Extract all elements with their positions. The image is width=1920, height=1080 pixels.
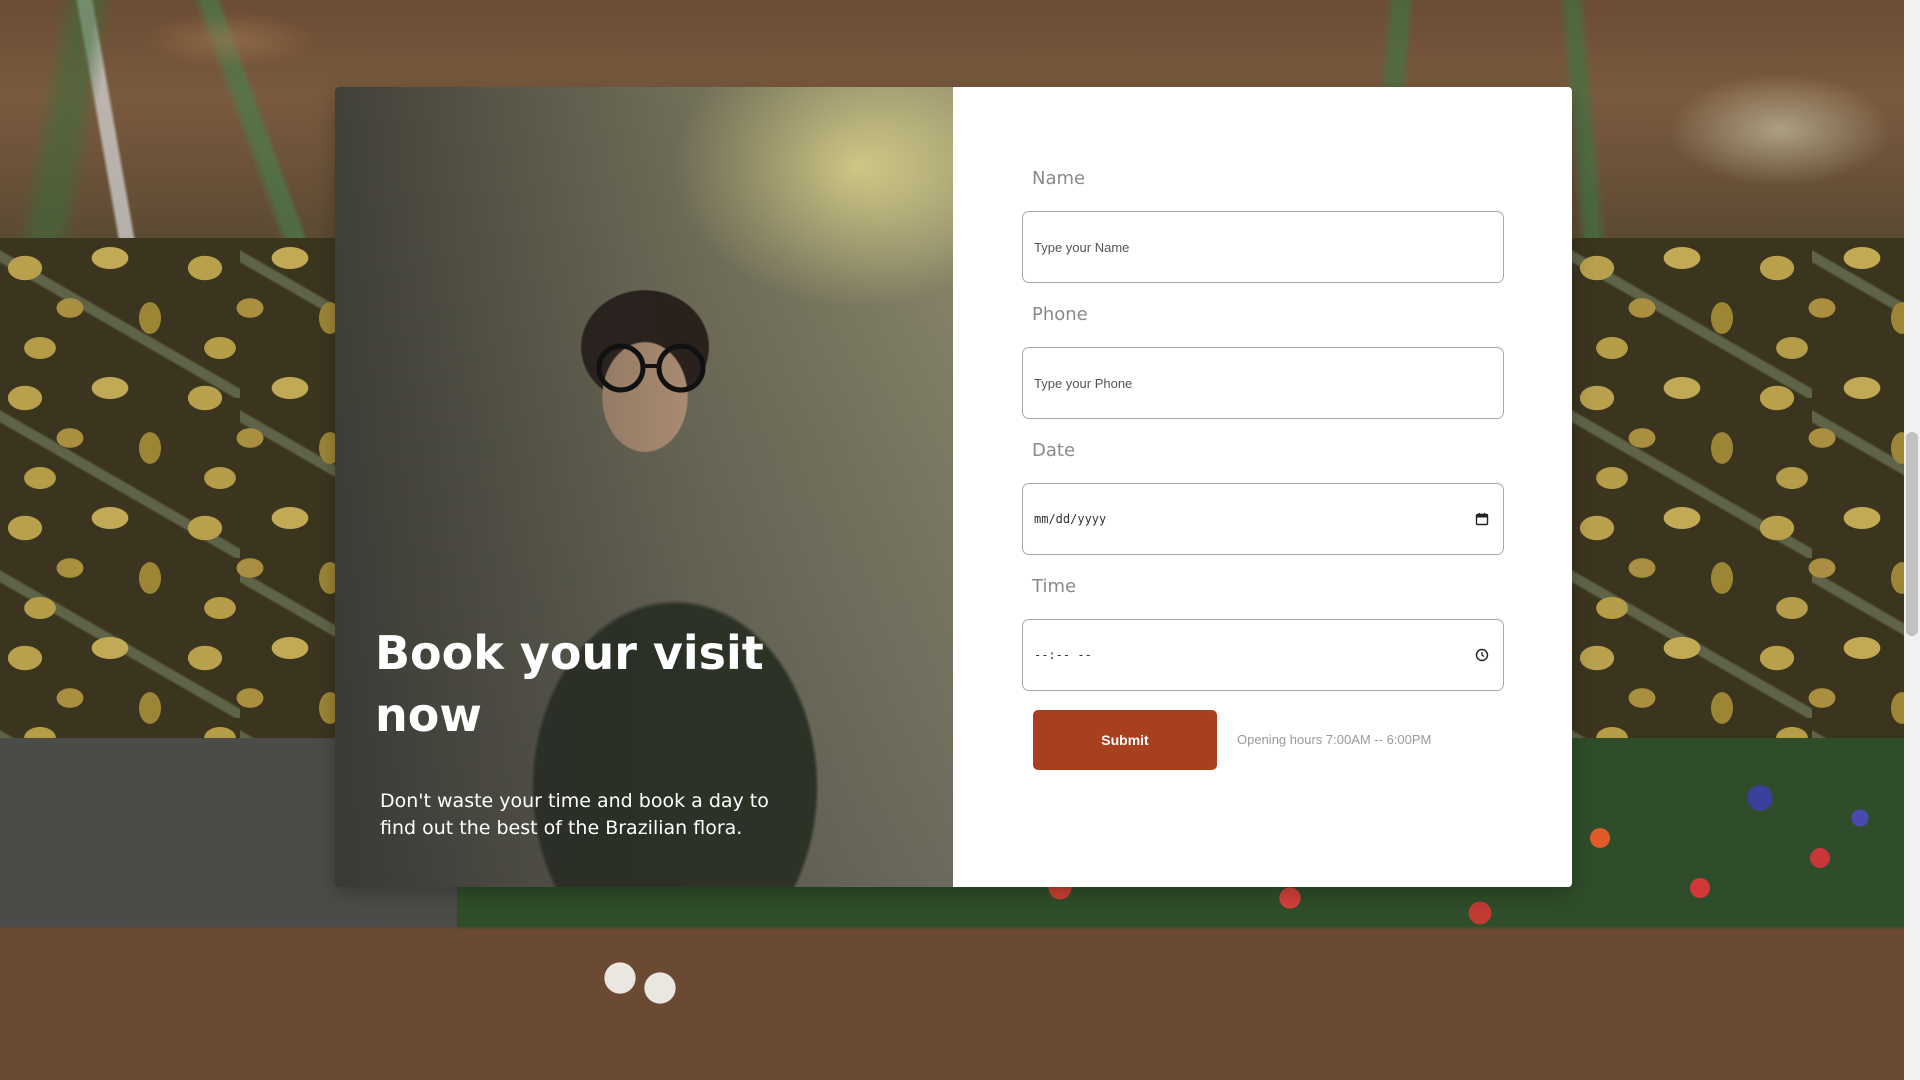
time-input-value: --:-- -- (1034, 648, 1092, 662)
background-photo-seaweed-left (0, 238, 336, 738)
hero-subtitle: Don't waste your time and book a day to … (380, 790, 769, 839)
name-input-placeholder: Type your Name (1034, 239, 1130, 255)
name-label: Name (1032, 168, 1086, 189)
date-input-value: mm/dd/yyyy (1034, 512, 1107, 526)
phone-label: Phone (1032, 304, 1088, 325)
date-input[interactable]: mm/dd/yyyy (1022, 483, 1504, 555)
booking-form: Name Type your Name Phone Type your Phon… (953, 87, 1572, 887)
phone-input[interactable]: Type your Phone (1022, 347, 1504, 419)
time-input[interactable]: --:-- -- (1022, 619, 1504, 691)
hero-photo-panel: Book your visit now Don't waste your tim… (335, 87, 953, 887)
background-photo-seaweed-right (1572, 238, 1904, 738)
phone-input-placeholder: Type your Phone (1034, 375, 1133, 391)
hero-photo-glasses (596, 343, 706, 393)
submit-button[interactable]: Submit (1033, 710, 1217, 770)
opening-hours-text: Opening hours 7:00AM -- 6:00PM (1237, 732, 1432, 747)
clock-icon[interactable] (1475, 648, 1489, 662)
hero-text: Book your visit now Don't waste your tim… (375, 622, 795, 842)
page: Book your visit now Don't waste your tim… (0, 0, 1920, 1080)
date-label: Date (1032, 440, 1076, 461)
scrollbar-thumb[interactable] (1906, 432, 1918, 636)
hero-title: Book your visit now (375, 626, 764, 742)
name-input[interactable]: Type your Name (1022, 211, 1504, 283)
time-label: Time (1032, 576, 1077, 597)
calendar-icon[interactable] (1475, 512, 1489, 526)
booking-card: Book your visit now Don't waste your tim… (335, 87, 1572, 887)
